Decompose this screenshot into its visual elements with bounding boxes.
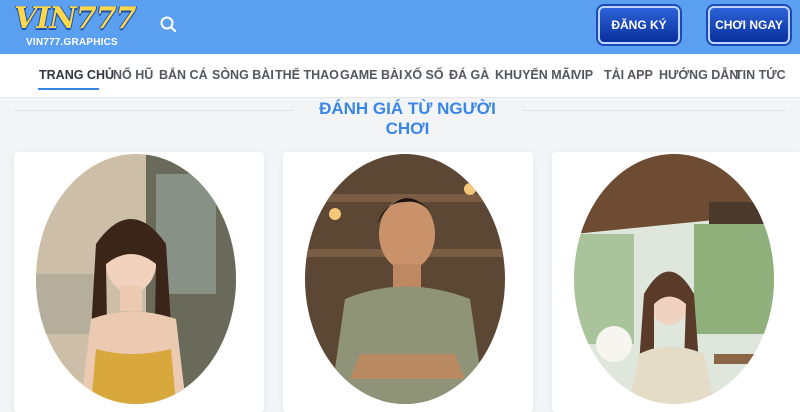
reviewer-photo	[36, 154, 236, 404]
section-title: ĐÁNH GIÁ TỪ NGƯỜI CHƠI	[319, 99, 496, 138]
review-card	[283, 152, 533, 412]
nav-item-fishing[interactable]: BẮN CÁ	[159, 68, 208, 82]
nav-item-guide[interactable]: HƯỚNG DẪN	[659, 68, 738, 82]
nav-item-promotions[interactable]: KHUYẾN MÃI	[495, 68, 574, 82]
section-divider-right	[522, 110, 786, 111]
review-card	[552, 152, 800, 412]
nav-item-sports[interactable]: THỂ THAO	[275, 68, 339, 82]
site-logo[interactable]: VIN777 VIN777.GRAPHICS	[14, 1, 136, 52]
reviewer-photo	[305, 154, 505, 404]
nav-item-lottery[interactable]: XỔ SỐ	[404, 68, 444, 82]
nav-item-slots[interactable]: NỔ HŨ	[113, 68, 153, 82]
nav-item-home[interactable]: TRANG CHỦ	[39, 68, 114, 82]
logo-wordmark: VIN777	[14, 1, 136, 36]
play-now-button[interactable]: CHƠI NGAY	[708, 6, 790, 44]
logo-domain: VIN777.GRAPHICS	[26, 37, 118, 48]
nav-item-news[interactable]: TIN TỨC	[735, 68, 786, 82]
nav-item-cockfight[interactable]: ĐÁ GÀ	[449, 68, 489, 82]
nav-item-vip[interactable]: VIP	[573, 68, 593, 82]
section-divider-left	[14, 110, 294, 111]
nav-item-download-app[interactable]: TẢI APP	[604, 68, 653, 82]
nav-item-card-games[interactable]: GAME BÀI	[340, 68, 403, 82]
header-bar: VIN777 VIN777.GRAPHICS ĐĂNG KÝ CHƠI NGAY	[0, 0, 800, 54]
active-tab-indicator	[38, 88, 99, 90]
main-nav: TRANG CHỦ NỔ HŨ BẮN CÁ SÒNG BÀI THỂ THAO…	[0, 54, 800, 98]
register-button[interactable]: ĐĂNG KÝ	[598, 6, 680, 44]
review-card	[14, 152, 264, 412]
reviewer-photo	[574, 154, 774, 404]
nav-item-casino[interactable]: SÒNG BÀI	[212, 68, 274, 82]
search-icon[interactable]	[158, 14, 180, 36]
